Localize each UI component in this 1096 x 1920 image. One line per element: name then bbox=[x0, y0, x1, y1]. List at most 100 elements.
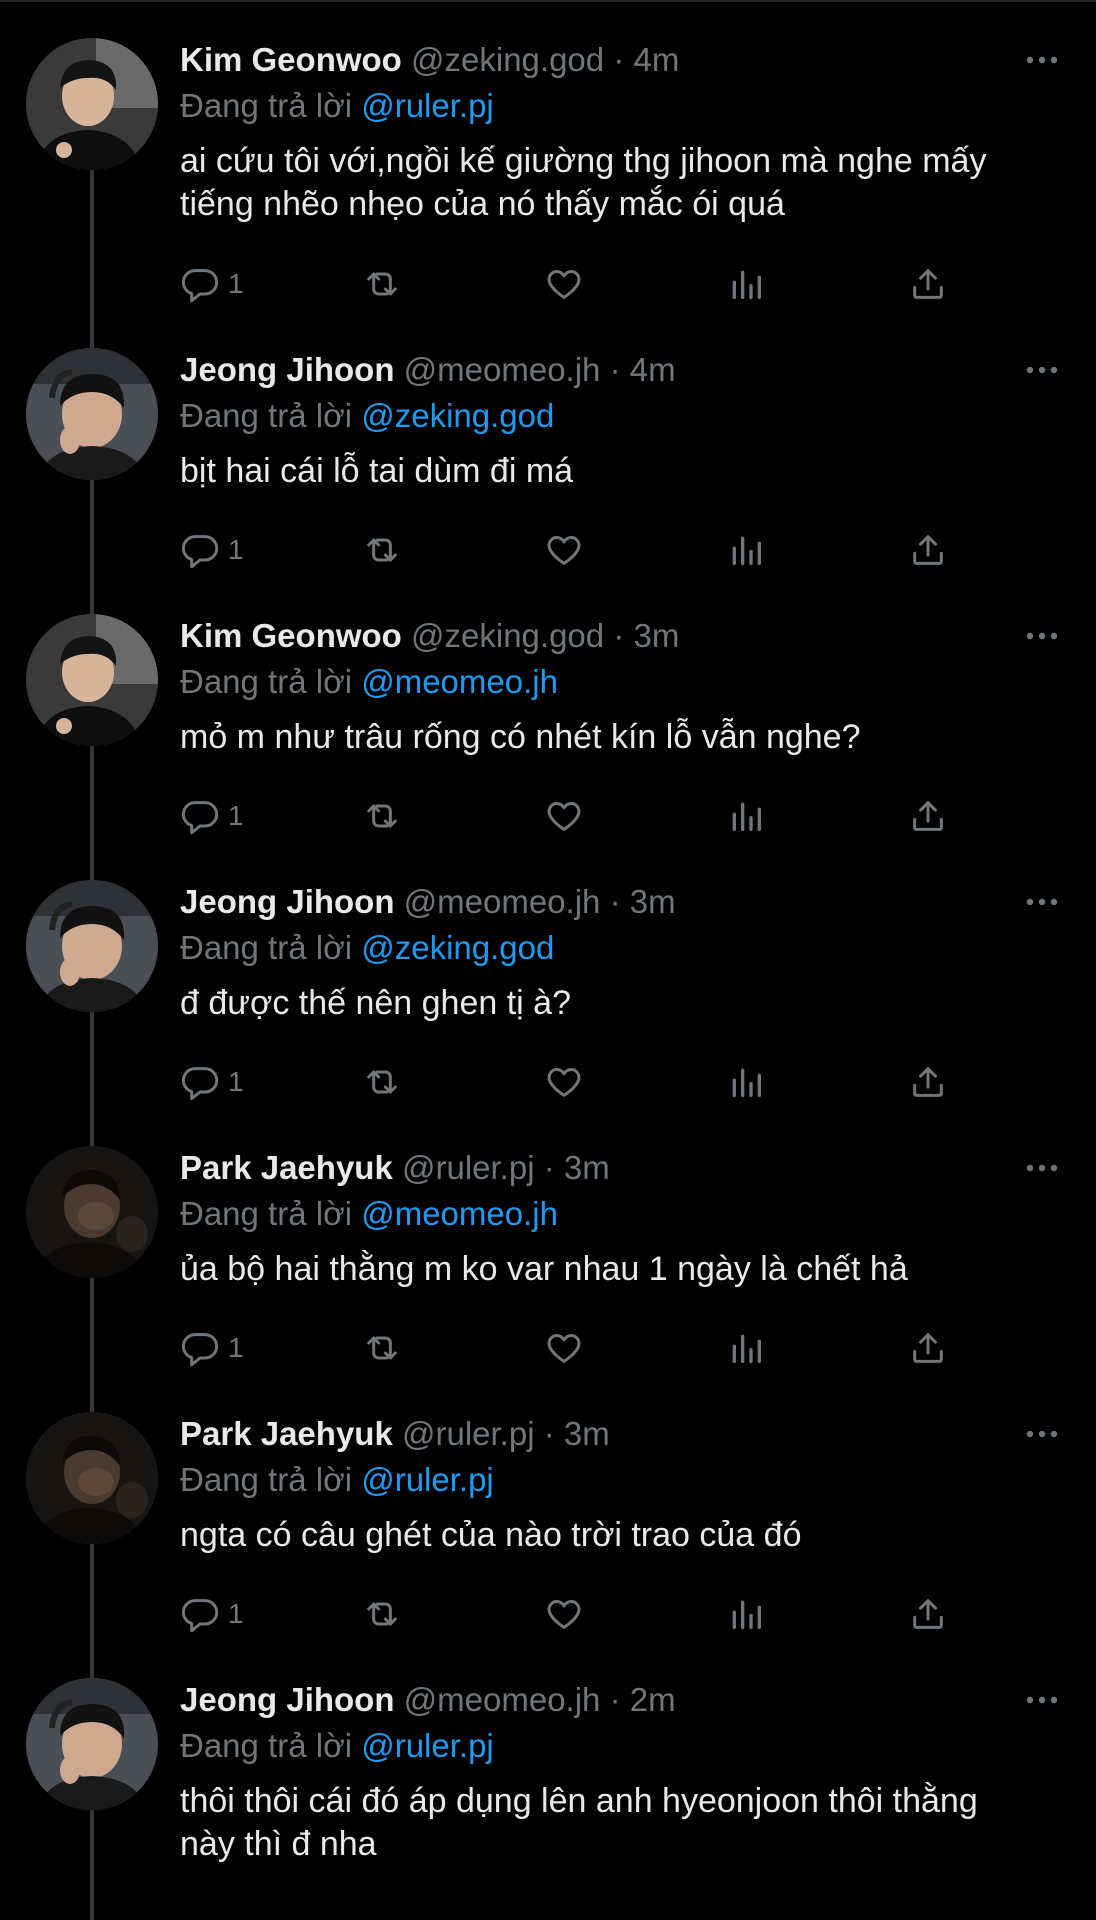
reply-mention-link[interactable]: @ruler.pj bbox=[361, 1461, 494, 1498]
timestamp[interactable]: 3m bbox=[633, 617, 679, 654]
avatar[interactable] bbox=[26, 38, 158, 170]
views-button[interactable] bbox=[726, 794, 766, 838]
tweet-text: mỏ m như trâu rống có nhét kín lỗ vẫn ng… bbox=[180, 718, 861, 756]
views-button[interactable] bbox=[726, 1592, 766, 1636]
reply-button[interactable]: 1 bbox=[180, 794, 244, 838]
replying-to-label: Đang trả lời bbox=[180, 397, 353, 434]
like-button[interactable] bbox=[544, 262, 584, 306]
more-icon[interactable] bbox=[1024, 1682, 1060, 1718]
author-name[interactable]: Jeong Jihoon bbox=[180, 883, 395, 920]
more-icon[interactable] bbox=[1024, 1416, 1060, 1452]
analytics-icon bbox=[732, 802, 761, 831]
author-handle[interactable]: @zeking.god bbox=[411, 41, 604, 78]
tweet[interactable]: Park Jaehyuk @ruler.pj · 3m Đang trả lời… bbox=[0, 1108, 1096, 1374]
share-button[interactable] bbox=[908, 1326, 948, 1370]
avatar[interactable] bbox=[26, 348, 158, 480]
like-button[interactable] bbox=[544, 1060, 584, 1104]
reply-button[interactable]: 1 bbox=[180, 528, 244, 572]
views-button[interactable] bbox=[726, 1060, 766, 1104]
timestamp[interactable]: 3m bbox=[564, 1149, 610, 1186]
like-button[interactable] bbox=[544, 1326, 584, 1370]
reply-icon bbox=[181, 1599, 219, 1633]
tweet[interactable]: Kim Geonwoo @zeking.god · 4m Đang trả lờ… bbox=[0, 0, 1096, 303]
more-icon[interactable] bbox=[1024, 884, 1060, 920]
author-handle[interactable]: @meomeo.jh bbox=[404, 883, 601, 920]
author-name[interactable]: Park Jaehyuk bbox=[180, 1415, 393, 1452]
author-handle[interactable]: @zeking.god bbox=[411, 617, 604, 654]
share-icon bbox=[913, 535, 943, 565]
avatar[interactable] bbox=[26, 614, 158, 746]
reply-button[interactable]: 1 bbox=[180, 1060, 244, 1104]
timestamp[interactable]: 2m bbox=[630, 1681, 676, 1718]
heart-icon bbox=[547, 1068, 581, 1097]
share-button[interactable] bbox=[908, 262, 948, 306]
tweet[interactable]: Jeong Jihoon @meomeo.jh · 2m Đang trả lờ… bbox=[0, 1640, 1096, 1906]
replying-to: Đang trả lời @ruler.pj bbox=[180, 86, 494, 126]
reply-button[interactable]: 1 bbox=[180, 1592, 244, 1636]
retweet-button[interactable] bbox=[362, 262, 402, 306]
retweet-button[interactable] bbox=[362, 794, 402, 838]
reply-mention-link[interactable]: @zeking.god bbox=[361, 397, 554, 434]
avatar[interactable] bbox=[26, 880, 158, 1012]
share-button[interactable] bbox=[908, 794, 948, 838]
share-button[interactable] bbox=[908, 1060, 948, 1104]
reply-button[interactable]: 1 bbox=[180, 262, 244, 306]
timestamp[interactable]: 4m bbox=[633, 41, 679, 78]
like-button[interactable] bbox=[544, 794, 584, 838]
tweet-text: đ được thế nên ghen tị à? bbox=[180, 984, 571, 1022]
reply-button[interactable]: 1 bbox=[180, 1326, 244, 1370]
author-handle[interactable]: @ruler.pj bbox=[402, 1415, 535, 1452]
more-icon[interactable] bbox=[1024, 1150, 1060, 1186]
reply-mention-link[interactable]: @ruler.pj bbox=[361, 87, 494, 124]
author-name[interactable]: Park Jaehyuk bbox=[180, 1149, 393, 1186]
author-name[interactable]: Kim Geonwoo bbox=[180, 617, 402, 654]
action-bar: 1 bbox=[180, 794, 960, 838]
replying-to-label: Đang trả lời bbox=[180, 663, 353, 700]
share-button[interactable] bbox=[908, 1592, 948, 1636]
timestamp[interactable]: 3m bbox=[564, 1415, 610, 1452]
tweet[interactable]: Park Jaehyuk @ruler.pj · 3m Đang trả lời… bbox=[0, 1374, 1096, 1640]
retweet-button[interactable] bbox=[362, 1326, 402, 1370]
author-name[interactable]: Kim Geonwoo bbox=[180, 41, 402, 78]
tweet[interactable]: Kim Geonwoo @zeking.god · 3m Đang trả lờ… bbox=[0, 576, 1096, 842]
views-button[interactable] bbox=[726, 1326, 766, 1370]
action-bar: 1 bbox=[180, 1592, 960, 1636]
reply-count: 1 bbox=[228, 1332, 244, 1363]
retweet-button[interactable] bbox=[362, 1060, 402, 1104]
retweet-icon bbox=[367, 1336, 397, 1360]
reply-mention-link[interactable]: @ruler.pj bbox=[361, 1727, 494, 1764]
author-name[interactable]: Jeong Jihoon bbox=[180, 1681, 395, 1718]
heart-icon bbox=[547, 802, 581, 831]
views-button[interactable] bbox=[726, 262, 766, 306]
share-icon bbox=[913, 1599, 943, 1629]
like-button[interactable] bbox=[544, 528, 584, 572]
retweet-button[interactable] bbox=[362, 1592, 402, 1636]
author-handle[interactable]: @ruler.pj bbox=[402, 1149, 535, 1186]
like-button[interactable] bbox=[544, 1592, 584, 1636]
heart-icon bbox=[547, 1334, 581, 1363]
avatar[interactable] bbox=[26, 1412, 158, 1544]
avatar[interactable] bbox=[26, 1678, 158, 1810]
share-button[interactable] bbox=[908, 528, 948, 572]
replying-to: Đang trả lời @zeking.god bbox=[180, 928, 554, 968]
tweet[interactable]: Jeong Jihoon @meomeo.jh · 3m Đang trả lờ… bbox=[0, 842, 1096, 1108]
replying-to: Đang trả lời @ruler.pj bbox=[180, 1460, 494, 1500]
more-icon[interactable] bbox=[1024, 42, 1060, 78]
reply-mention-link[interactable]: @meomeo.jh bbox=[361, 1195, 558, 1232]
reply-count: 1 bbox=[228, 1066, 244, 1097]
author-handle[interactable]: @meomeo.jh bbox=[404, 351, 601, 388]
retweet-button[interactable] bbox=[362, 528, 402, 572]
avatar[interactable] bbox=[26, 1146, 158, 1278]
author-name[interactable]: Jeong Jihoon bbox=[180, 351, 395, 388]
reply-mention-link[interactable]: @meomeo.jh bbox=[361, 663, 558, 700]
more-icon[interactable] bbox=[1024, 352, 1060, 388]
reply-mention-link[interactable]: @zeking.god bbox=[361, 929, 554, 966]
retweet-icon bbox=[367, 1602, 397, 1626]
views-button[interactable] bbox=[726, 528, 766, 572]
timestamp[interactable]: 3m bbox=[630, 883, 676, 920]
tweet[interactable]: Jeong Jihoon @meomeo.jh · 4m Đang trả lờ… bbox=[0, 310, 1096, 576]
timestamp[interactable]: 4m bbox=[630, 351, 676, 388]
tweet-text: ủa bộ hai thằng m ko var nhau 1 ngày là … bbox=[180, 1250, 908, 1288]
author-handle[interactable]: @meomeo.jh bbox=[404, 1681, 601, 1718]
more-icon[interactable] bbox=[1024, 618, 1060, 654]
